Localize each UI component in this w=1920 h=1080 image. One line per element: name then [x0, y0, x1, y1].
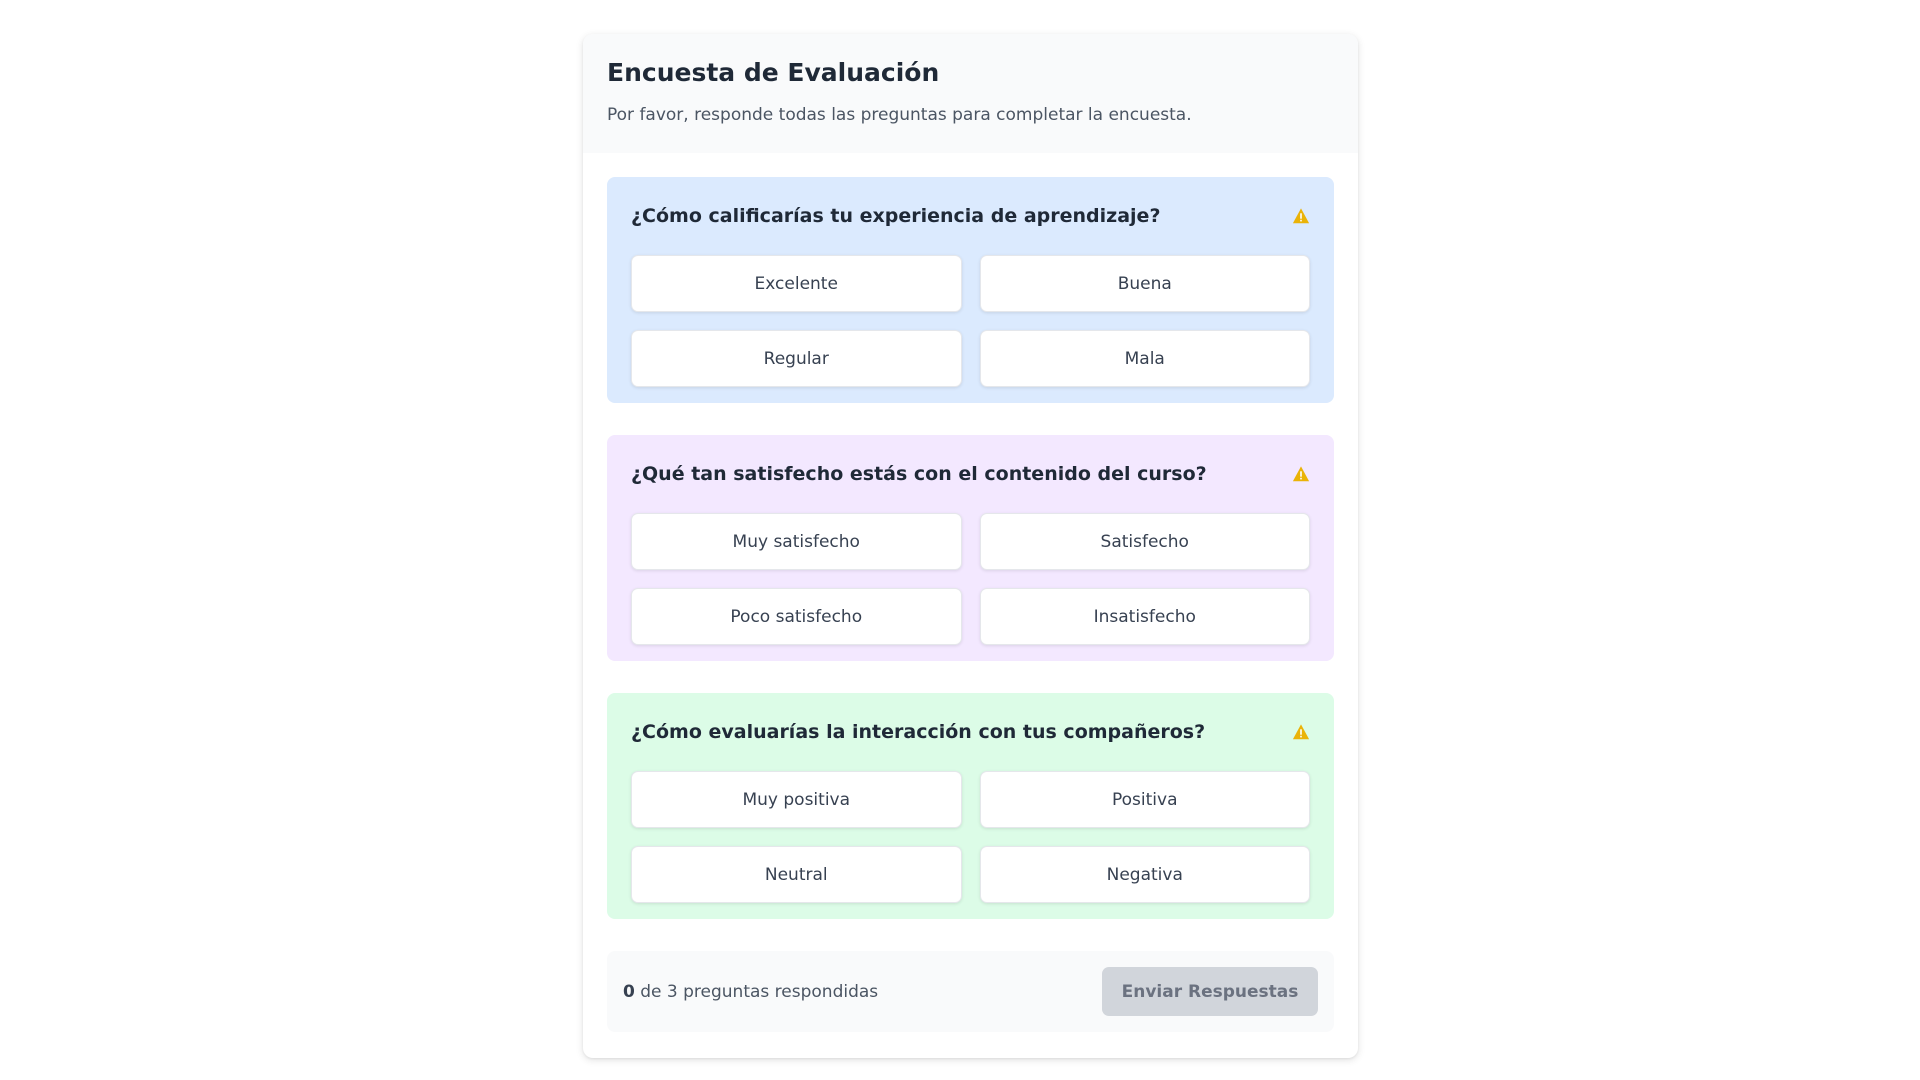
- question-text: ¿Cómo calificarías tu experiencia de apr…: [631, 205, 1161, 227]
- warning-icon: [1292, 208, 1310, 224]
- option-button[interactable]: Excelente: [631, 255, 962, 312]
- survey-card: Encuesta de Evaluación Por favor, respon…: [583, 34, 1358, 1058]
- progress-label: de 3 preguntas respondidas: [634, 981, 879, 1002]
- option-button[interactable]: Positiva: [979, 771, 1310, 828]
- option-button[interactable]: Muy satisfecho: [631, 513, 962, 570]
- option-button[interactable]: Poco satisfecho: [631, 588, 962, 645]
- question-text: ¿Qué tan satisfecho estás con el conteni…: [631, 463, 1207, 485]
- question-card-2: ¿Qué tan satisfecho estás con el conteni…: [607, 435, 1334, 661]
- warning-icon: [1292, 466, 1310, 482]
- option-button[interactable]: Regular: [631, 330, 962, 387]
- questions-list: ¿Cómo calificarías tu experiencia de apr…: [583, 153, 1358, 919]
- warning-icon: [1292, 724, 1310, 740]
- submit-button[interactable]: Enviar Respuestas: [1102, 967, 1318, 1016]
- option-button[interactable]: Mala: [979, 330, 1310, 387]
- option-button[interactable]: Buena: [979, 255, 1310, 312]
- option-button[interactable]: Satisfecho: [979, 513, 1310, 570]
- answered-count: 0: [623, 981, 635, 1002]
- option-button[interactable]: Neutral: [631, 846, 962, 903]
- question-header: ¿Cómo evaluarías la interacción con tus …: [631, 717, 1310, 747]
- options-grid: Muy positiva Positiva Neutral Negativa: [631, 771, 1310, 903]
- option-button[interactable]: Insatisfecho: [979, 588, 1310, 645]
- question-card-3: ¿Cómo evaluarías la interacción con tus …: [607, 693, 1334, 919]
- question-card-1: ¿Cómo calificarías tu experiencia de apr…: [607, 177, 1334, 403]
- page-title: Encuesta de Evaluación: [607, 58, 940, 87]
- option-button[interactable]: Negativa: [979, 846, 1310, 903]
- survey-header: Encuesta de Evaluación Por favor, respon…: [583, 34, 1358, 153]
- page-subtitle: Por favor, responde todas las preguntas …: [607, 105, 1192, 125]
- options-grid: Excelente Buena Regular Mala: [631, 255, 1310, 387]
- question-text: ¿Cómo evaluarías la interacción con tus …: [631, 721, 1206, 743]
- options-grid: Muy satisfecho Satisfecho Poco satisfech…: [631, 513, 1310, 645]
- progress-text: 0 de 3 preguntas respondidas: [623, 982, 878, 1002]
- option-button[interactable]: Muy positiva: [631, 771, 962, 828]
- question-header: ¿Qué tan satisfecho estás con el conteni…: [631, 459, 1310, 489]
- survey-footer: 0 de 3 preguntas respondidas Enviar Resp…: [607, 951, 1334, 1032]
- question-header: ¿Cómo calificarías tu experiencia de apr…: [631, 201, 1310, 231]
